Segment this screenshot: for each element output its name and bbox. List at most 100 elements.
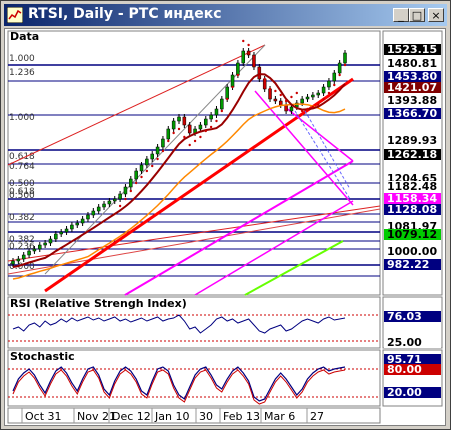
sar-dot [204,129,207,133]
candle-body [54,233,58,240]
price-level-label: 1421.07 [387,81,437,94]
sar-dot [220,109,224,113]
chart-area[interactable]: Data 1.000 1.236 1.000 0.500 0.618 0.764 0.618 0… [4,28,446,426]
candle-body [284,104,288,112]
fib-label: 0.236 [9,242,35,252]
candle-body [112,198,117,202]
candle-body [182,116,187,126]
time-label: 27 [310,410,324,423]
fib-label: 0.764 [9,162,35,172]
time-label: 30 [199,410,213,423]
stoch-level-label: 20.00 [387,386,422,399]
sar-dot [140,175,143,179]
price-level-label: 1393.88 [387,94,437,107]
sar-dot [258,67,261,71]
candle-body [134,170,138,180]
candle-body [300,98,304,104]
candle-body [230,74,235,88]
candle-body [332,72,337,82]
rsi-level-label: 76.03 [387,310,422,323]
sar-dot [306,107,309,111]
candle-body [327,80,331,88]
sar-dot [209,125,213,129]
candle-body [166,128,171,140]
sar-dot [145,169,149,173]
candle-body [32,248,37,252]
time-label: Oct 31 [25,410,62,423]
close-button[interactable]: × [428,8,444,22]
sar-dot [284,99,288,103]
candle-body [241,50,246,64]
app-chart-icon [7,7,23,23]
candle-body [86,214,90,220]
fib-label: 1.000 [9,54,35,64]
sar-dot [124,197,127,201]
chart-canvas[interactable]: Data1.0001.2361.0000.5000.6180.7640.6180… [5,29,445,425]
sar-dot [172,131,175,135]
fib-label: 1.000 [9,113,35,123]
candle-body [214,108,219,116]
fib-label: 0.618 [9,152,35,162]
sar-dot [183,135,186,139]
candle-body [268,88,272,100]
time-label: Dec 12 [112,410,151,423]
sar-dot [338,73,341,77]
sar-dot [167,139,170,143]
time-axis [7,407,381,424]
sar-dot [236,73,240,77]
candle-body [96,206,101,212]
candle-body [289,106,294,112]
sar-dot [215,119,218,123]
candle-body [102,203,106,208]
sar-dot [322,97,325,101]
sar-dot [295,91,299,95]
candle-body [171,120,176,130]
time-label: Feb 13 [223,410,260,423]
candle-body [139,164,144,172]
price-level-label: 982.22 [387,258,429,271]
candle-body [48,238,53,244]
sar-dot [274,89,277,93]
candle-body [204,118,208,126]
price-level-label: 1000.00 [387,245,437,258]
sar-dot [156,157,159,161]
candle-body [273,98,278,102]
candle-body [129,178,133,188]
fib-label: 1.236 [9,68,35,78]
sar-dot [225,97,229,101]
sar-dot [231,85,234,89]
sar-dot [188,143,191,147]
candle-body [11,260,15,265]
candle-body [43,242,47,246]
sar-dot [327,91,331,95]
candle-body [118,193,122,200]
candle-body [21,254,26,260]
chart-window: RTSI, Daily - РТС индекс _ □ × Data 1.000… [0,0,451,430]
sar-dot [129,189,133,193]
candle-body [316,92,320,96]
sar-dot [161,149,165,153]
price-level-label: 1523.15 [387,43,437,56]
price-level-label: 1366.70 [387,107,437,120]
candle-body [161,138,165,148]
sar-dot [193,139,197,143]
candle-body [220,98,224,110]
time-label: Mar 6 [264,410,295,423]
sar-dot [134,181,138,185]
minimize-button[interactable]: _ [393,8,409,22]
candle-body [59,231,63,235]
candle-body [187,124,192,134]
sar-dot [268,87,272,91]
title-bar[interactable]: RTSI, Daily - РТС индекс _ □ × [4,4,447,26]
price-level-label: 1289.93 [387,134,437,147]
sar-dot [177,127,181,131]
sar-dot [279,93,282,97]
candle-body [337,62,342,74]
maximize-button[interactable]: □ [409,8,425,22]
rsi-panel-label: RSI (Relative Strengh Index) [10,297,187,310]
candle-body [75,222,80,226]
candle-body [305,96,310,100]
candle-body [311,94,315,98]
sar-dot [311,105,315,109]
rsi-level-label: 25.00 [387,336,422,349]
